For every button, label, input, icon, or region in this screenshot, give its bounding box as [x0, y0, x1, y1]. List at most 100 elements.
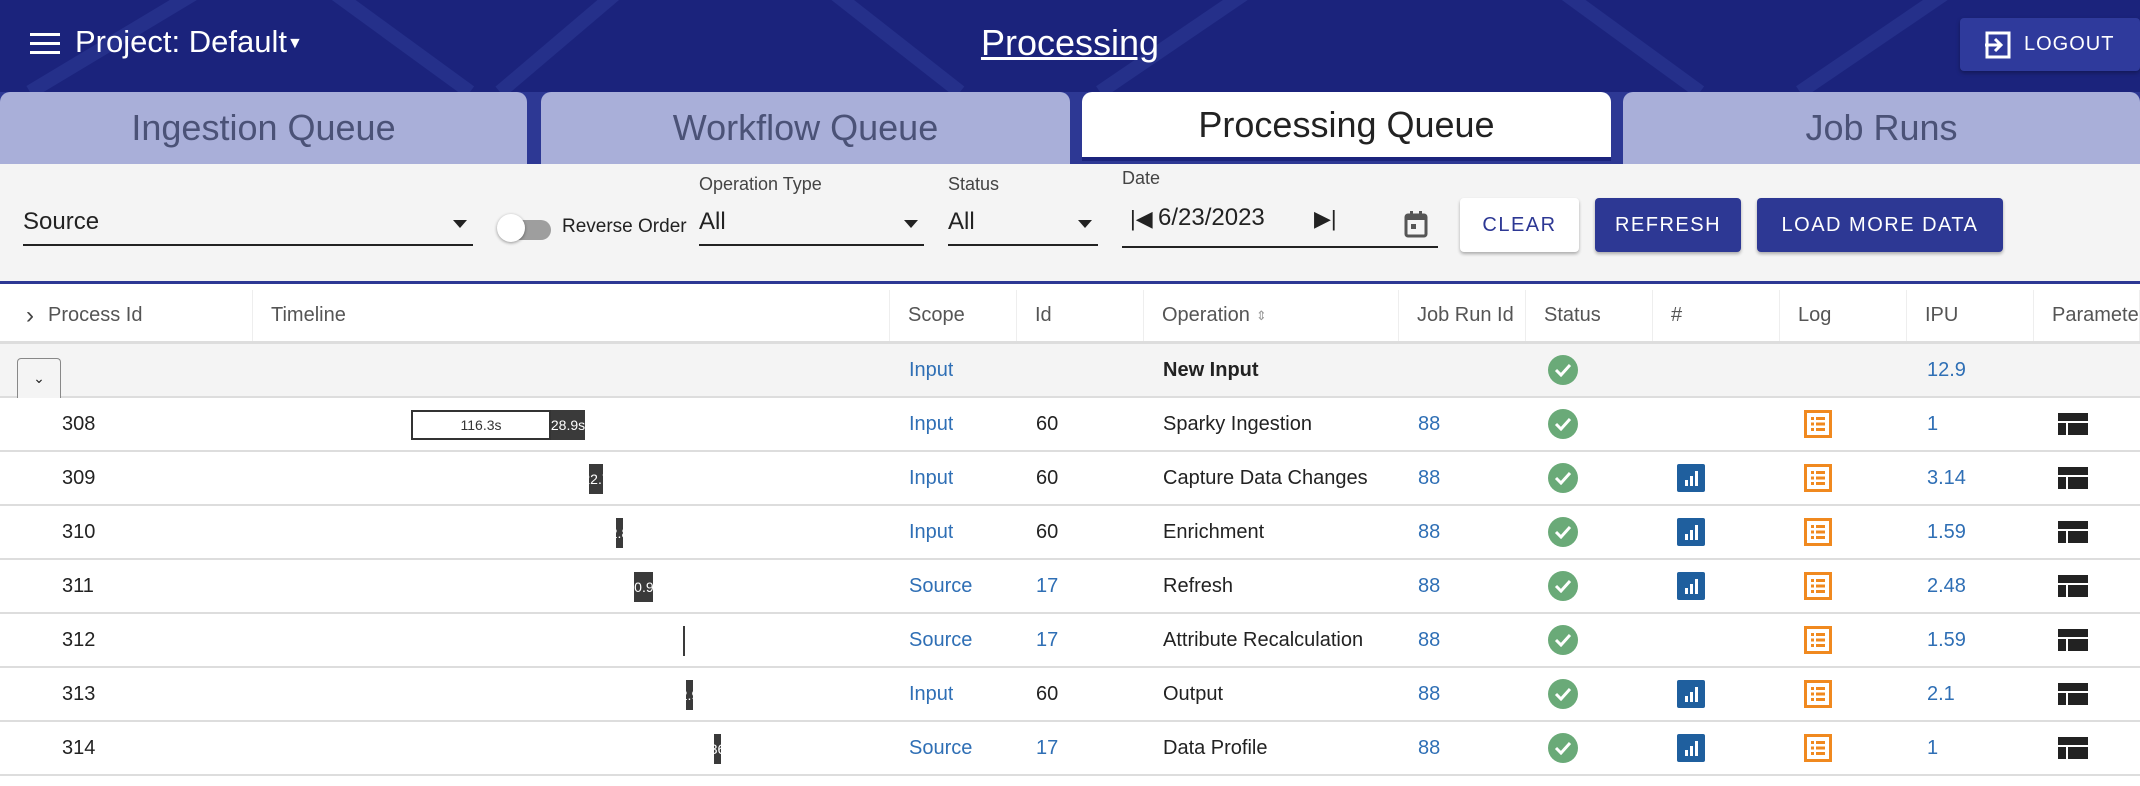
scope-link[interactable]: Source — [909, 722, 972, 774]
page-title-link[interactable]: Processing — [981, 22, 1159, 63]
parameters-table-icon[interactable] — [2058, 683, 2088, 705]
job-run-id-link[interactable]: 88 — [1418, 560, 1440, 612]
tab-processing-queue[interactable]: Processing Queue — [1082, 92, 1611, 161]
operation-name: Sparky Ingestion — [1163, 412, 1312, 435]
stats-chart-icon[interactable] — [1677, 464, 1705, 492]
log-list-icon[interactable] — [1804, 572, 1832, 600]
tab-ingestion-queue[interactable]: Ingestion Queue — [0, 92, 527, 164]
operation-type-select[interactable]: Operation Type All — [699, 174, 924, 246]
success-check-icon — [1548, 625, 1578, 655]
ipu-link[interactable]: 2.48 — [1927, 560, 1966, 612]
log-list-icon[interactable] — [1804, 626, 1832, 654]
sort-icon[interactable]: ⇕ — [1256, 308, 1267, 324]
scope-link[interactable]: Source — [909, 614, 972, 666]
tab-job-runs[interactable]: Job Runs — [1623, 92, 2140, 164]
log-list-icon[interactable] — [1804, 734, 1832, 762]
table-row[interactable]: 311 40.9s Source 17 Refresh 88 2.48 — [0, 560, 2140, 614]
parameters-table-icon[interactable] — [2058, 521, 2088, 543]
column-label: Paramete — [2052, 304, 2139, 326]
logout-icon — [1985, 31, 2011, 58]
ipu-link[interactable]: 3.14 — [1927, 452, 1966, 504]
ipu-link[interactable]: 12.9 — [1927, 344, 1966, 396]
scope-id[interactable]: 17 — [1036, 722, 1058, 774]
timeline-bar[interactable]: 22.7 — [589, 464, 603, 494]
source-value: Source — [23, 208, 100, 235]
scope-link[interactable]: Input — [909, 452, 953, 504]
collapse-group-button[interactable]: ⌄ — [17, 358, 61, 398]
column-operation[interactable]: Operation ⇕ — [1144, 290, 1399, 341]
tab-workflow-queue[interactable]: Workflow Queue — [541, 92, 1070, 164]
column-process-id[interactable]: › Process Id — [0, 290, 253, 341]
ipu-link[interactable]: 1 — [1927, 398, 1938, 450]
scope-link[interactable]: Source — [909, 560, 972, 612]
process-id: 309 — [62, 466, 96, 489]
scope-link[interactable]: Input — [909, 344, 953, 396]
table-row[interactable]: 314 36 Source 17 Data Profile 88 1 — [0, 722, 2140, 776]
scope-id: 60 — [1036, 412, 1059, 435]
ipu-link[interactable]: 1.59 — [1927, 614, 1966, 666]
log-list-icon[interactable] — [1804, 518, 1832, 546]
log-list-icon[interactable] — [1804, 464, 1832, 492]
ipu-link[interactable]: 1.59 — [1927, 506, 1966, 558]
logout-button[interactable]: LOGOUT — [1960, 18, 2140, 71]
menu-icon[interactable] — [30, 33, 60, 55]
timeline-bar[interactable]: 2.9 — [686, 680, 693, 710]
ipu-link[interactable]: 1 — [1927, 722, 1938, 774]
table-row[interactable]: 308 116.3s 28.9s Input 60 Sparky Ingestio… — [0, 398, 2140, 452]
table-row[interactable]: 310 2.8 Input 60 Enrichment 88 1.59 — [0, 506, 2140, 560]
table-row[interactable]: 312 Source 17 Attribute Recalculation 88… — [0, 614, 2140, 668]
load-more-data-button[interactable]: LOAD MORE DATA — [1757, 198, 2003, 252]
log-list-icon[interactable] — [1804, 680, 1832, 708]
stats-chart-icon[interactable] — [1677, 572, 1705, 600]
job-run-id-link[interactable]: 88 — [1418, 614, 1440, 666]
log-list-icon[interactable] — [1804, 410, 1832, 438]
job-run-id-link[interactable]: 88 — [1418, 506, 1440, 558]
column-timeline: Timeline — [253, 290, 890, 341]
timeline-bar[interactable]: 2.8 — [616, 518, 623, 548]
scope-id[interactable]: 17 — [1036, 614, 1058, 666]
parameters-table-icon[interactable] — [2058, 575, 2088, 597]
scope-link[interactable]: Input — [909, 506, 953, 558]
success-check-icon — [1548, 571, 1578, 601]
refresh-button[interactable]: REFRESH — [1595, 198, 1741, 252]
job-run-id-link[interactable]: 88 — [1418, 452, 1440, 504]
chevron-right-icon[interactable]: › — [26, 302, 34, 330]
column-label: Process Id — [48, 304, 143, 326]
parameters-table-icon[interactable] — [2058, 629, 2088, 651]
stats-chart-icon[interactable] — [1677, 518, 1705, 546]
source-select[interactable]: Source — [23, 204, 473, 246]
scope-id[interactable]: 17 — [1036, 560, 1058, 612]
timeline-duration: 22.7 — [589, 471, 603, 487]
project-selector[interactable]: Project: Default▼ — [75, 24, 303, 60]
timeline-bar[interactable]: 40.9s — [634, 572, 653, 602]
timeline-cell: 22.7 — [253, 452, 890, 504]
next-date-icon[interactable]: ▶| — [1314, 206, 1337, 232]
stats-chart-icon[interactable] — [1677, 734, 1705, 762]
timeline-bar[interactable]: 36 — [714, 734, 721, 764]
job-run-id-link[interactable]: 88 — [1418, 398, 1440, 450]
job-run-id-link[interactable]: 88 — [1418, 722, 1440, 774]
date-picker[interactable]: Date |◀ 6/23/2023 ▶| — [1122, 168, 1438, 248]
table-row[interactable]: 309 22.7 Input 60 Capture Data Changes 8… — [0, 452, 2140, 506]
job-run-id-link[interactable]: 88 — [1418, 668, 1440, 720]
clear-button[interactable]: CLEAR — [1460, 198, 1579, 252]
calendar-icon[interactable] — [1404, 210, 1428, 238]
parameters-table-icon[interactable] — [2058, 413, 2088, 435]
stats-chart-icon[interactable] — [1677, 680, 1705, 708]
scope-link[interactable]: Input — [909, 668, 953, 720]
scope-id: 60 — [1036, 466, 1059, 489]
caret-down-icon — [453, 220, 467, 228]
timeline-bar[interactable]: 28.9s — [551, 410, 585, 440]
parameters-table-icon[interactable] — [2058, 467, 2088, 489]
timeline-bar[interactable]: 116.3s — [411, 410, 551, 440]
table-row[interactable]: 313 2.9 Input 60 Output 88 2.1 — [0, 668, 2140, 722]
process-id: 308 — [62, 412, 96, 435]
status-select[interactable]: Status All — [948, 174, 1098, 246]
scope-link[interactable]: Input — [909, 398, 953, 450]
timeline-bar[interactable] — [683, 626, 685, 656]
scope-id: 60 — [1036, 682, 1059, 705]
reverse-order-toggle[interactable] — [497, 214, 553, 242]
parameters-table-icon[interactable] — [2058, 737, 2088, 759]
previous-date-icon[interactable]: |◀ — [1130, 206, 1153, 232]
ipu-link[interactable]: 2.1 — [1927, 668, 1955, 720]
